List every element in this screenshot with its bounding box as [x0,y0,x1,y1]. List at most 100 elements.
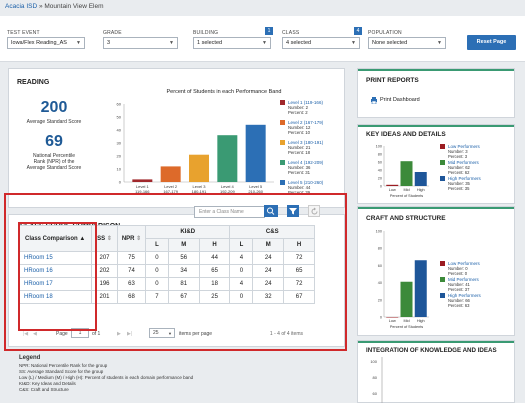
legend-swatch [280,180,285,185]
bar [160,166,181,182]
bar [245,124,266,182]
craft-structure-chart: 0 20 40 60 80 100 Low Mid High Percent of Student… [376,230,482,330]
legend-swatch [440,261,445,266]
legend-percent: Percent: 62 [448,170,470,175]
legend-percent: Percent: 18 [288,150,311,155]
integration-title: INTEGRATION OF KNOWLEDGE AND IDEAS [366,347,497,354]
legend-body: NPR: National Percentile Rank for the gr… [19,363,339,393]
x-tick-label: Low [389,188,396,192]
y-tick-label: 0 [380,316,382,320]
population-select[interactable]: None selected ▼ [368,37,446,49]
reset-page-button[interactable]: Reset Page [467,35,516,50]
breadcrumb-current: Mountain View Elem [44,3,104,10]
filter-bar: TEST EVENT Iowa/Flex Reading_AS ▼ GRADE 3… [0,16,525,62]
y-tick-label: 60 [378,264,382,268]
panel-accent [358,125,514,127]
class-select[interactable]: 4 selected ▼ [282,37,360,49]
y-tick-label: 50 [117,115,122,120]
x-tick-label: Mid [403,188,409,192]
key-ideas-title: KEY IDEAS AND DETAILS [366,131,446,138]
legend-percent: Percent: 10 [288,130,311,135]
key-ideas-chart: 0 20 40 60 80 100 Low Mid High Percent of Student… [376,144,482,198]
chart-title: Percent of Students in each Performance … [167,89,282,95]
y-tick-label: 100 [376,230,382,234]
y-tick-label: 20 [117,154,122,159]
population-label: POPULATION [368,30,402,36]
x-axis-label: Percent of Students [390,325,423,329]
x-tick-label: High [417,319,425,323]
breadcrumb: Acacia ISD » Mountain View Elem [5,3,104,10]
legend-title: Legend [19,355,41,361]
npr-value: 69 [45,133,63,150]
reading-panel: READING 200 Average Standard Score 69 Na… [8,68,345,208]
breadcrumb-root-link[interactable]: Acacia ISD [5,3,37,10]
y-tick-label: 60 [117,102,122,107]
building-value: 1 selected [197,40,223,46]
svg-text:100: 100 [370,359,377,364]
legend-swatch [440,160,445,165]
chevron-down-icon: ▼ [351,40,356,46]
y-tick-label: 20 [378,177,382,181]
y-tick-label: 0 [119,180,122,185]
bar [189,154,209,182]
y-tick-label: 0 [380,185,382,189]
legend-swatch [440,277,445,282]
npr-label-line-3: Average Standard Score [26,165,82,171]
bar [414,172,427,186]
legend-percent: Percent: 31 [288,170,311,175]
bar [386,317,399,318]
y-tick-label: 100 [376,145,382,149]
class-count-badge: 4 [354,27,362,35]
legend-swatch [280,160,285,165]
print-reports-title: PRINT REPORTS [366,77,419,84]
craft-structure-panel: CRAFT AND STRUCTURE 0 20 40 60 80 100 Low Mid Hi… [357,206,515,336]
chevron-down-icon: ▼ [169,40,174,46]
legend-percent: Percent: 63 [448,303,470,308]
y-tick-label: 80 [378,153,382,157]
key-ideas-panel: KEY IDEAS AND DETAILS 0 20 40 60 80 100 Low Mid… [357,124,515,204]
y-tick-label: 40 [117,128,122,133]
legend-percent: Percent: 0 [448,271,468,276]
svg-text:60: 60 [373,391,378,396]
legend-swatch [280,100,285,105]
highlight-column-frame [18,222,97,331]
chevron-down-icon: ▼ [437,40,442,46]
craft-structure-title: CRAFT AND STRUCTURE [366,215,446,222]
print-reports-panel: PRINT REPORTS Print Dashboard [357,68,515,118]
printer-icon [371,97,377,104]
legend-line: C&S: Craft and Structure [19,387,69,392]
legend-percent: Percent: 2 [288,110,308,115]
grade-value: 3 [107,40,111,46]
y-tick-label: 40 [378,281,382,285]
print-dashboard-link[interactable]: Print Dashboard [380,97,420,103]
legend-percent: Percent: 37 [448,287,470,292]
legend-swatch [440,144,445,149]
building-select[interactable]: 1 selected ▼ [193,37,271,49]
y-tick-label: 30 [117,141,122,146]
class-label: CLASS [282,30,300,36]
test-event-value: Iowa/Flex Reading_AS [11,40,67,46]
chevron-down-icon: ▼ [262,40,267,46]
y-tick-label: 80 [378,247,382,251]
legend-percent: Percent: 35 [448,186,470,191]
bar [414,260,427,317]
bar [386,184,399,186]
bar [400,161,413,186]
grade-label: GRADE [103,30,122,36]
y-tick-label: 10 [117,167,122,172]
population-value: None selected [372,40,408,46]
bar [132,179,153,182]
npr-label: National Percentile Rank (NPR) of the Av… [14,153,94,171]
test-event-label: TEST EVENT [7,30,40,36]
average-score-value: 200 [40,99,68,116]
chevron-down-icon: ▼ [76,40,81,46]
bar [217,135,238,182]
grade-select[interactable]: 3 ▼ [103,37,178,49]
test-event-select[interactable]: Iowa/Flex Reading_AS ▼ [7,37,85,49]
y-tick-label: 60 [378,161,382,165]
panel-accent [358,69,514,71]
legend-swatch [280,120,285,125]
x-axis-label: Percent of Students [390,194,423,198]
bar [400,281,413,317]
legend-percent: Percent: 3 [448,154,468,159]
